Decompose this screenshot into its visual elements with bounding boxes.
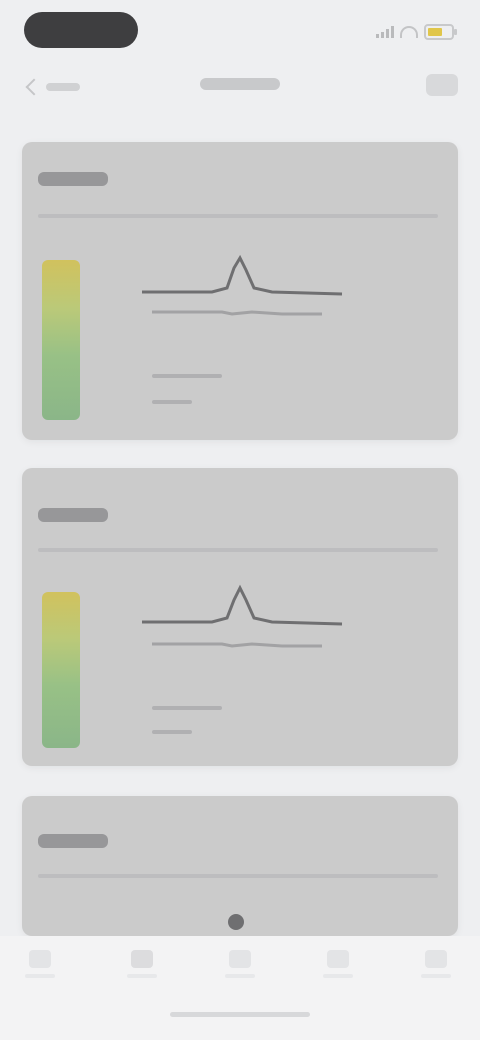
- tab-label: [421, 974, 451, 978]
- back-button[interactable]: [25, 78, 88, 96]
- back-label: [46, 83, 80, 91]
- spike-chart-icon: [142, 254, 343, 316]
- tab-label: [323, 974, 353, 978]
- status-indicators: [376, 24, 457, 40]
- tab-label: [25, 974, 55, 978]
- tab-item-5[interactable]: [408, 950, 464, 990]
- sensor-card[interactable]: [22, 468, 458, 766]
- card-footer-text: [152, 730, 192, 734]
- tab-5-icon: [425, 950, 447, 968]
- sensor-card[interactable]: [22, 796, 458, 936]
- tab-label: [225, 974, 255, 978]
- menu-button[interactable]: [426, 74, 458, 96]
- tab-item-4[interactable]: [310, 950, 366, 990]
- battery-icon: [424, 24, 457, 40]
- home-indicator: [170, 1012, 310, 1017]
- tab-4-icon: [327, 950, 349, 968]
- tab-1-icon: [29, 950, 51, 968]
- status-bar: [0, 0, 480, 60]
- tab-bar: [0, 936, 480, 1040]
- sensor-card[interactable]: [22, 142, 458, 440]
- dynamic-island: [24, 12, 138, 48]
- page-title: [200, 78, 280, 90]
- card-footer-text: [152, 374, 222, 378]
- card-footer-text: [152, 706, 222, 710]
- chevron-left-icon: [25, 78, 43, 96]
- tab-item-1[interactable]: [12, 950, 68, 990]
- wifi-icon: [400, 26, 418, 38]
- tab-item-3[interactable]: [212, 950, 268, 990]
- signal-icon: [376, 26, 394, 38]
- tab-item-2[interactable]: [114, 950, 170, 990]
- spike-chart-icon: [142, 584, 343, 648]
- card-footer-text: [152, 400, 192, 404]
- tab-label: [127, 974, 157, 978]
- navigation-bar: [0, 60, 480, 116]
- spike-chart-icon: [228, 914, 244, 930]
- tab-2-icon: [131, 950, 153, 968]
- tab-3-icon: [229, 950, 251, 968]
